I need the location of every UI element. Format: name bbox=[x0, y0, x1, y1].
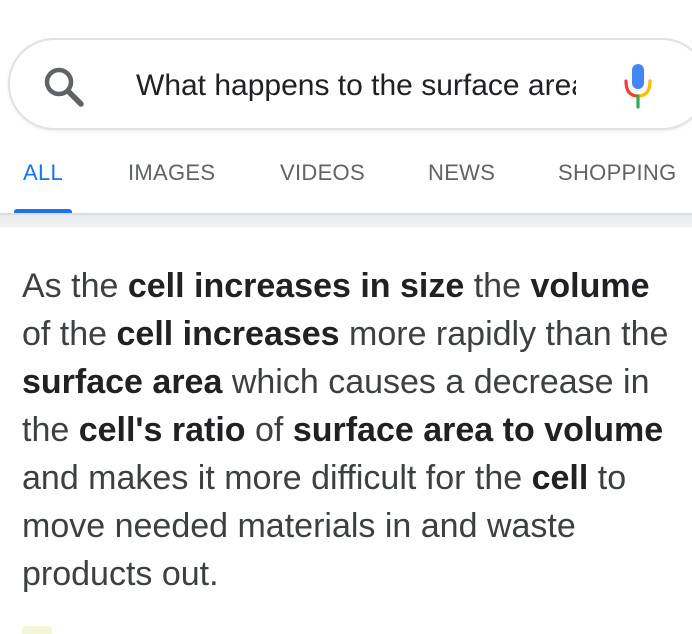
search-icon[interactable] bbox=[42, 65, 86, 109]
tab-news[interactable]: NEWS bbox=[428, 160, 495, 186]
answer-highlight: volume bbox=[530, 267, 650, 305]
header-divider bbox=[0, 213, 692, 227]
answer-highlight: cell increases bbox=[116, 315, 340, 353]
tab-all[interactable]: ALL bbox=[23, 160, 63, 186]
page: ALL IMAGES VIDEOS NEWS SHOPPING As the c… bbox=[0, 0, 692, 634]
answer-segment: the bbox=[464, 267, 531, 305]
answer-highlight: cell bbox=[531, 459, 589, 497]
search-input[interactable] bbox=[136, 64, 576, 108]
answer-segment: of bbox=[245, 411, 293, 449]
answer-segment: more rapidly than the bbox=[339, 315, 669, 353]
answer-highlight: cell's ratio bbox=[78, 411, 246, 449]
tab-videos[interactable]: VIDEOS bbox=[280, 160, 365, 186]
tab-images[interactable]: IMAGES bbox=[128, 160, 215, 186]
search-bar[interactable] bbox=[8, 38, 692, 130]
next-result-edge bbox=[22, 626, 52, 634]
mic-icon[interactable] bbox=[623, 63, 653, 109]
featured-snippet-text: As the cell increases in size the volume… bbox=[22, 262, 682, 598]
tab-shopping[interactable]: SHOPPING bbox=[558, 160, 677, 186]
answer-segment: of the bbox=[22, 315, 117, 353]
answer-highlight: surface area to volume bbox=[292, 411, 664, 449]
answer-segment: As the bbox=[22, 267, 128, 305]
search-tabs: ALL IMAGES VIDEOS NEWS SHOPPING bbox=[0, 150, 692, 214]
answer-highlight: surface area bbox=[22, 363, 223, 401]
answer-segment: and makes it more difficult for the bbox=[22, 459, 532, 497]
answer-highlight: cell increases in size bbox=[127, 267, 465, 305]
